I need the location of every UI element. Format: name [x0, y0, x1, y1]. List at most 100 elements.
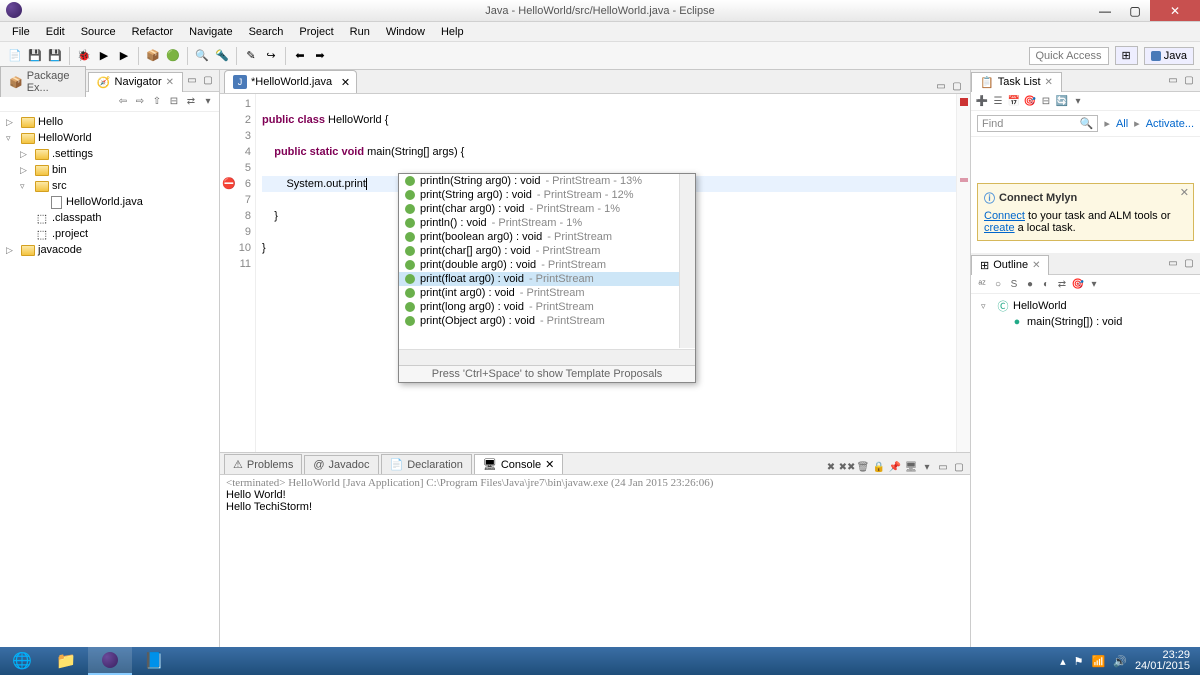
menu-refactor[interactable]: Refactor [124, 24, 182, 40]
open-console-icon[interactable]: ▾ [920, 460, 934, 474]
close-icon[interactable]: ✕ [341, 76, 350, 89]
editor-tab-helloworld[interactable]: J *HelloWorld.java ✕ [224, 70, 357, 93]
save-all-icon[interactable]: 💾 [46, 47, 64, 65]
tree-item[interactable]: ⬚.project [0, 226, 219, 242]
menu-help[interactable]: Help [433, 24, 472, 40]
back-nav-icon[interactable]: ⇦ [116, 95, 130, 109]
tree-item[interactable]: HelloWorld.java [0, 194, 219, 210]
collapse-icon[interactable]: ⊟ [1039, 94, 1053, 108]
close-icon[interactable]: ✕ [166, 77, 174, 88]
taskbar-ie-icon[interactable]: 🌐 [0, 647, 44, 675]
horizontal-scrollbar[interactable] [399, 349, 695, 365]
menu-run[interactable]: Run [342, 24, 378, 40]
create-link[interactable]: create [984, 222, 1015, 234]
java-perspective-button[interactable]: Java [1144, 47, 1194, 65]
scroll-lock-icon[interactable]: 🔒 [872, 460, 886, 474]
new-task-icon[interactable]: ➕ [975, 94, 989, 108]
menu-project[interactable]: Project [291, 24, 341, 40]
close-icon[interactable]: ✕ [545, 458, 554, 471]
hide-local-icon[interactable]: ◐ [1039, 277, 1053, 291]
assist-item[interactable]: println() : void - PrintStream - 1% [399, 216, 695, 230]
minimize-button[interactable]: — [1090, 0, 1120, 21]
overview-ruler[interactable] [956, 94, 970, 452]
run-icon[interactable]: ▶ [95, 47, 113, 65]
outline-tab[interactable]: ⊞ Outline ✕ [971, 255, 1049, 275]
tray-volume-icon[interactable]: 🔊 [1113, 655, 1127, 668]
tree-item[interactable]: ▷.settings [0, 146, 219, 162]
taskbar-eclipse-icon[interactable] [88, 647, 132, 675]
close-icon[interactable]: ✕ [1032, 260, 1040, 271]
bottom-tab-declaration[interactable]: 📄Declaration [381, 454, 472, 474]
bottom-tab-javadoc[interactable]: @Javadoc [304, 455, 378, 474]
run-last-icon[interactable]: ▶ [115, 47, 133, 65]
categorize-icon[interactable]: ☰ [991, 94, 1005, 108]
hide-nonpublic-icon[interactable]: ● [1023, 277, 1037, 291]
assist-item[interactable]: print(char arg0) : void - PrintStream - … [399, 202, 695, 216]
minimize-view-icon[interactable]: ▭ [185, 74, 199, 88]
console-output[interactable]: <terminated> HelloWorld [Java Applicatio… [220, 475, 970, 647]
tree-item[interactable]: ⬚.classpath [0, 210, 219, 226]
all-link[interactable]: All [1116, 118, 1128, 130]
pin-console-icon[interactable]: 📌 [888, 460, 902, 474]
focus-active-icon[interactable]: 🎯 [1071, 277, 1085, 291]
schedule-icon[interactable]: 📅 [1007, 94, 1021, 108]
open-type-icon[interactable]: 🔍 [193, 47, 211, 65]
maximize-editor-icon[interactable]: ▢ [950, 79, 964, 93]
close-button[interactable]: ✕ [1150, 0, 1200, 21]
remove-all-icon[interactable]: ✖✖ [840, 460, 854, 474]
assist-item[interactable]: print(char[] arg0) : void - PrintStream [399, 244, 695, 258]
sync-icon[interactable]: 🔄 [1055, 94, 1069, 108]
menu-source[interactable]: Source [73, 24, 124, 40]
bottom-tab-console[interactable]: 🖥Console✕ [474, 454, 564, 474]
remove-launch-icon[interactable]: ✖ [824, 460, 838, 474]
clear-console-icon[interactable]: 🗑 [856, 460, 870, 474]
focus-icon[interactable]: 🎯 [1023, 94, 1037, 108]
taskbar-app-icon[interactable]: 📘 [132, 647, 176, 675]
menu-navigate[interactable]: Navigate [181, 24, 240, 40]
menu-search[interactable]: Search [241, 24, 292, 40]
menu-file[interactable]: File [4, 24, 38, 40]
tray-arrow-icon[interactable]: ▴ [1060, 655, 1066, 668]
assist-item[interactable]: print(Object arg0) : void - PrintStream [399, 314, 695, 328]
maximize-view-icon[interactable]: ▢ [201, 74, 215, 88]
vertical-scrollbar[interactable] [679, 174, 695, 348]
view-menu-icon[interactable]: ▾ [1087, 277, 1101, 291]
maximize-bottom-icon[interactable]: ▢ [952, 460, 966, 474]
close-icon[interactable]: ✕ [1045, 77, 1053, 88]
new-icon[interactable]: 📄 [6, 47, 24, 65]
tray-clock[interactable]: 23:29 24/01/2015 [1135, 650, 1190, 672]
menu-edit[interactable]: Edit [38, 24, 73, 40]
assist-item[interactable]: print(long arg0) : void - PrintStream [399, 300, 695, 314]
assist-item[interactable]: print(String arg0) : void - PrintStream … [399, 188, 695, 202]
tree-item[interactable]: ▷javacode [0, 242, 219, 258]
view-menu-icon[interactable]: ▾ [1071, 94, 1085, 108]
assist-item[interactable]: print(float arg0) : void - PrintStream [399, 272, 695, 286]
content-assist-popup[interactable]: println(String arg0) : void - PrintStrea… [398, 173, 696, 383]
close-icon[interactable]: ✕ [1180, 186, 1189, 199]
maximize-button[interactable]: ▢ [1120, 0, 1150, 21]
outline-method-item[interactable]: ● main(String[]) : void [975, 314, 1196, 330]
minimize-editor-icon[interactable]: ▭ [934, 79, 948, 93]
open-perspective-button[interactable]: ⊞ [1115, 46, 1138, 65]
forward-icon[interactable]: ➡ [311, 47, 329, 65]
tree-item[interactable]: ▷bin [0, 162, 219, 178]
maximize-view-icon[interactable]: ▢ [1182, 257, 1196, 271]
task-list-tab[interactable]: 📋 Task List ✕ [971, 72, 1062, 92]
activate-link[interactable]: Activate... [1146, 118, 1194, 130]
tree-item[interactable]: ▿src [0, 178, 219, 194]
collapse-all-icon[interactable]: ⊟ [167, 95, 181, 109]
link-editor-icon[interactable]: ⇄ [1055, 277, 1069, 291]
assist-item[interactable]: println(String arg0) : void - PrintStrea… [399, 174, 695, 188]
back-icon[interactable]: ⬅ [291, 47, 309, 65]
display-console-icon[interactable]: 🖥 [904, 460, 918, 474]
hide-fields-icon[interactable]: ○ [991, 277, 1005, 291]
menu-window[interactable]: Window [378, 24, 433, 40]
fwd-nav-icon[interactable]: ⇨ [133, 95, 147, 109]
assist-item[interactable]: print(int arg0) : void - PrintStream [399, 286, 695, 300]
taskbar-explorer-icon[interactable]: 📁 [44, 647, 88, 675]
tray-network-icon[interactable]: 📶 [1092, 655, 1106, 668]
bottom-tab-problems[interactable]: ⚠Problems [224, 454, 302, 474]
sort-icon[interactable]: ᵃᶻ [975, 277, 989, 291]
task-find-input[interactable]: Find 🔍 [977, 115, 1098, 132]
minimize-view-icon[interactable]: ▭ [1166, 74, 1180, 88]
